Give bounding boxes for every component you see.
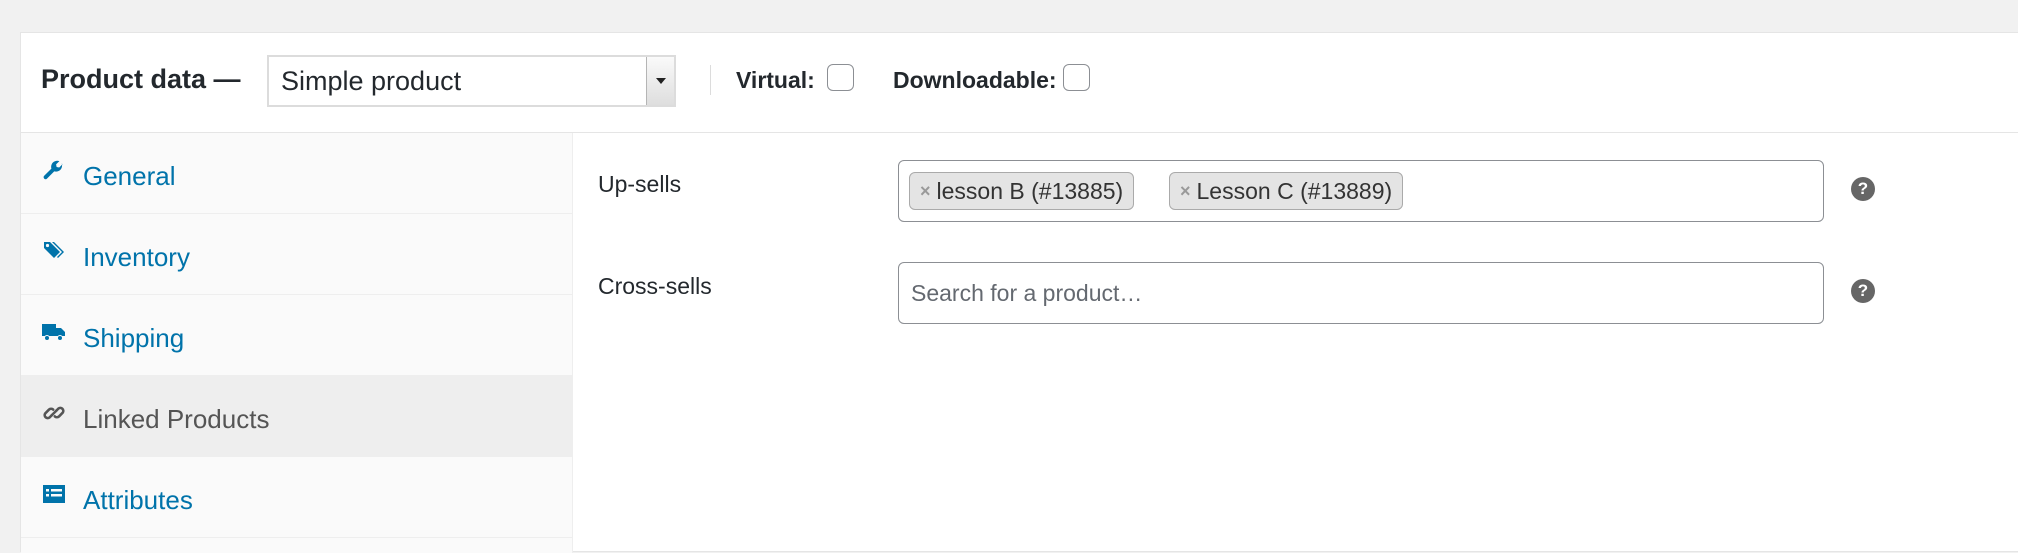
tab-shipping-label: Shipping [83,323,185,353]
upsell-chip: × lesson B (#13885) [909,172,1135,210]
product-data-title: Product data — [41,64,241,94]
tab-linked-products-label: Linked Products [83,404,270,434]
product-data-panel: Product data — Simple product Virtual: D… [20,32,2018,553]
list-icon [41,481,67,507]
crosssells-search-input[interactable]: Search for a product… [911,280,1142,307]
tab-attributes-label: Attributes [83,485,193,515]
crosssells-help-icon[interactable]: ? [1851,279,1875,303]
wrench-icon [41,157,67,183]
product-data-tabs: General Inventory Shipping Linked Produc… [21,133,573,553]
remove-chip-icon[interactable]: × [1180,181,1191,202]
remove-chip-icon[interactable]: × [920,181,931,202]
upsell-chip-label: lesson B (#13885) [936,177,1124,204]
tab-general-label: General [83,161,176,191]
downloadable-label: Downloadable: [893,67,1057,93]
tab-inventory-label: Inventory [83,242,190,272]
crosssells-select[interactable]: Search for a product… [898,262,1824,324]
product-type-value: Simple product [281,65,462,96]
header-divider [710,65,711,95]
upsells-label: Up-sells [598,171,682,197]
upsells-help-icon[interactable]: ? [1851,177,1875,201]
upsells-select[interactable]: × lesson B (#13885) × Lesson C (#13889) [898,160,1824,222]
downloadable-checkbox[interactable] [1063,64,1090,91]
link-icon [41,400,67,426]
virtual-checkbox[interactable] [827,64,854,91]
virtual-label: Virtual: [736,67,815,93]
upsell-chip-label: Lesson C (#13889) [1196,177,1393,204]
tab-shipping[interactable]: Shipping [21,295,572,376]
product-data-header: Product data — Simple product Virtual: D… [21,33,2018,133]
crosssells-label: Cross-sells [598,273,712,299]
tab-inventory[interactable]: Inventory [21,214,572,295]
upsell-chip: × Lesson C (#13889) [1169,172,1404,210]
product-type-select[interactable]: Simple product [267,55,676,107]
tag-icon [41,238,67,264]
truck-icon [41,319,67,345]
tab-general[interactable]: General [21,133,572,214]
tab-linked-products[interactable]: Linked Products [21,376,572,457]
tab-attributes[interactable]: Attributes [21,457,572,538]
dropdown-arrow-icon[interactable] [646,57,674,105]
